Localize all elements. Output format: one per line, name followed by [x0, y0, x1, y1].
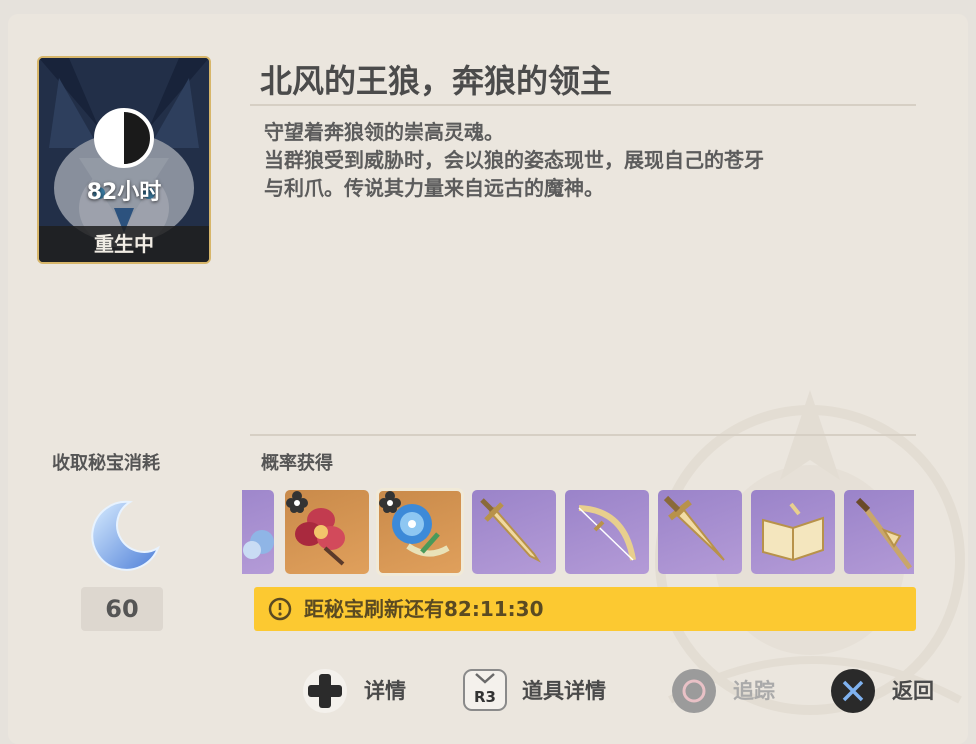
moon-resin-icon: [91, 500, 160, 571]
drops-label: 概率获得: [261, 453, 333, 474]
artifact-badge-icon: [286, 491, 308, 513]
artifact-badge-icon: [379, 491, 401, 513]
sword-icon: [480, 498, 541, 563]
refresh-timer-text: 距秘宝刷新还有82:11:30: [304, 597, 544, 621]
dpad-icon: [303, 669, 347, 713]
details-label: 详情: [364, 679, 406, 703]
clock-icon: [268, 597, 292, 621]
status-badge: 重生中: [39, 226, 209, 262]
section-divider: [250, 434, 916, 436]
flower-icon: [243, 530, 274, 559]
back-button[interactable]: 返回: [830, 668, 960, 714]
title-divider: [250, 104, 916, 106]
bow-icon: [578, 505, 636, 561]
details-button[interactable]: 详情: [302, 668, 422, 714]
book-icon: [762, 502, 824, 562]
drop-item-claymore[interactable]: [658, 490, 742, 574]
polearm-icon: [855, 497, 912, 570]
boss-portrait[interactable]: 82小时 重生中: [37, 56, 211, 264]
drop-item-partial[interactable]: [242, 490, 274, 574]
cost-label: 收取秘宝消耗: [52, 453, 160, 474]
drop-item-sword[interactable]: [472, 490, 556, 574]
cross-button-icon: [831, 669, 875, 713]
refresh-timer-banner: 距秘宝刷新还有82:11:30: [254, 587, 916, 631]
respawn-timer: 82小时: [86, 180, 162, 205]
drop-item-blue-flower[interactable]: [376, 488, 464, 576]
description-line: 与利爪。传说其力量来自远古的魔神。: [264, 176, 604, 200]
drop-item-catalyst[interactable]: [751, 490, 835, 574]
description-line: 当群狼受到威胁时，会以狼的姿态现世，展现自己的苍牙: [264, 148, 764, 172]
item-details-button[interactable]: R3 道具详情: [460, 668, 640, 714]
drop-item-bow[interactable]: [565, 490, 649, 574]
claymore-icon: [663, 495, 725, 561]
back-label: 返回: [892, 679, 934, 703]
description-line: 守望着奔狼领的崇高灵魂。: [264, 120, 504, 144]
drop-item-crimson-flower[interactable]: [285, 490, 369, 574]
cost-value: 60: [81, 587, 163, 631]
drop-item-polearm[interactable]: [844, 490, 914, 574]
track-button[interactable]: 追踪: [671, 668, 801, 714]
circle-button-icon: [672, 669, 716, 713]
track-label: 追踪: [733, 679, 775, 703]
boss-description: 守望着奔狼领的崇高灵魂。 当群狼受到威胁时，会以狼的姿态现世，展现自己的苍牙 与…: [264, 118, 924, 202]
page-title: 北风的王狼，奔狼的领主: [260, 62, 613, 100]
respawn-progress-icon: [94, 108, 154, 168]
drops-list: [242, 488, 914, 576]
r3-key-label: R3: [474, 688, 496, 706]
item-details-label: 道具详情: [522, 679, 606, 703]
